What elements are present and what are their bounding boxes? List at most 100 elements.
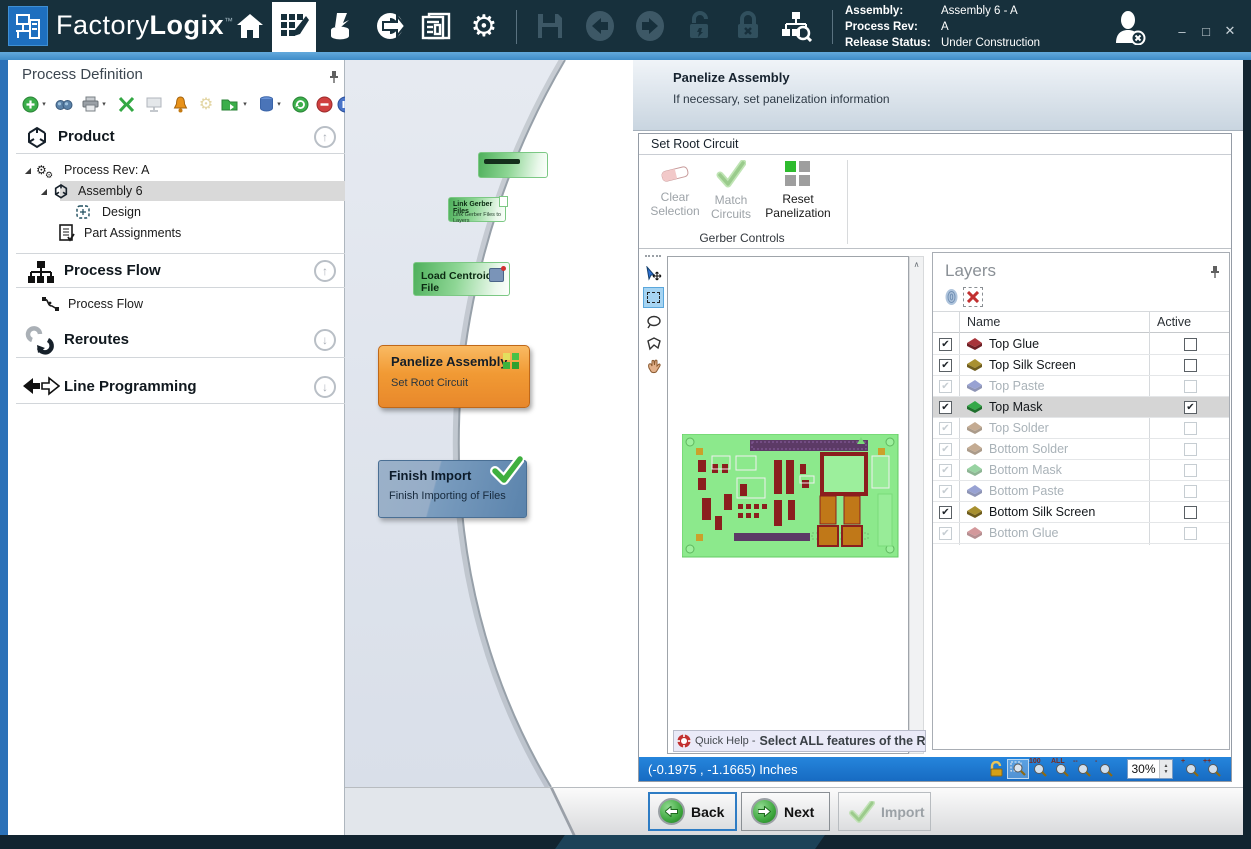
news-pages-icon[interactable] — [414, 4, 458, 48]
zoom-out-icon[interactable]: - — [1095, 759, 1117, 779]
thumbprint-icon[interactable] — [941, 287, 961, 307]
pin-icon[interactable] — [1207, 263, 1223, 279]
tree-item-assembly[interactable]: ◢ Assembly 6 — [38, 181, 345, 201]
toolstrip-grip[interactable] — [645, 255, 661, 259]
layer-row[interactable]: ✔Top Glue — [933, 334, 1229, 355]
remove-icon[interactable] — [314, 94, 334, 114]
step-card-load-centroid[interactable]: Load Centroid File — [413, 262, 510, 296]
find-process-icon[interactable] — [774, 4, 818, 48]
zoom-out-fast-icon[interactable]: -- — [1073, 759, 1095, 779]
home-icon[interactable] — [228, 4, 272, 48]
collapse-process-flow-icon[interactable]: ↑ — [314, 260, 336, 282]
select-move-tool[interactable] — [643, 263, 664, 284]
save-icon[interactable] — [528, 4, 572, 48]
gerber-canvas[interactable] — [667, 256, 909, 754]
layer-active-checkbox[interactable] — [1184, 338, 1197, 351]
zoom-in-icon[interactable]: + — [1181, 759, 1203, 779]
expand-reroutes-icon[interactable]: ↓ — [314, 329, 336, 351]
layer-row[interactable]: ✔Bottom Solder — [933, 439, 1229, 460]
layer-active-checkbox[interactable] — [1184, 527, 1197, 540]
print-dropdown-caret[interactable]: ▾ — [99, 94, 109, 114]
layer-visible-checkbox[interactable]: ✔ — [939, 338, 952, 351]
layer-visible-checkbox[interactable]: ✔ — [939, 527, 952, 540]
find-icon[interactable] — [54, 94, 74, 114]
section-product[interactable]: Product — [58, 128, 115, 145]
section-line-programming[interactable]: Line Programming — [64, 378, 197, 395]
canvas-scrollbar[interactable]: ∧ ∨ — [909, 256, 924, 754]
match-circuits-button[interactable]: Match Circuits — [705, 158, 757, 228]
back-button[interactable]: Back — [648, 792, 737, 831]
expand-line-programming-icon[interactable]: ↓ — [314, 376, 336, 398]
scroll-up-icon[interactable]: ∧ — [910, 259, 923, 269]
settings-gear-icon[interactable]: ⚙ — [462, 4, 506, 48]
process-definition-grid-icon[interactable] — [272, 2, 316, 52]
layer-row[interactable]: ✔Top Silk Screen — [933, 355, 1229, 376]
user-logout-icon[interactable] — [1108, 8, 1152, 48]
zoom-100-icon[interactable]: 100 — [1029, 759, 1051, 779]
step-card-finish-import[interactable]: Finish Import Finish Importing of Files — [378, 460, 527, 518]
zoom-window-icon[interactable] — [1007, 759, 1029, 779]
forward-icon[interactable] — [628, 4, 672, 48]
collapse-product-icon[interactable]: ↑ — [314, 126, 336, 148]
refresh-icon[interactable] — [290, 94, 310, 114]
pan-hand-tool[interactable] — [643, 356, 664, 377]
tree-item-design[interactable]: Design — [72, 202, 345, 222]
zoom-level-spinner[interactable]: 30% ▲▼ — [1127, 759, 1173, 779]
tree-item-part-assignments[interactable]: Part Assignments — [54, 223, 345, 243]
pan-lock-icon[interactable] — [985, 759, 1007, 779]
zoom-spin-buttons[interactable]: ▲▼ — [1159, 760, 1172, 778]
clear-selection-x-icon[interactable] — [963, 287, 983, 307]
layer-row[interactable]: ✔Bottom Mask — [933, 460, 1229, 481]
minimize-button[interactable]: – — [1172, 22, 1192, 40]
unlock-icon[interactable] — [678, 4, 722, 48]
layer-active-checkbox[interactable]: ✔ — [1184, 401, 1197, 414]
layer-active-checkbox[interactable] — [1184, 380, 1197, 393]
pin-icon[interactable] — [326, 68, 342, 84]
column-name[interactable]: Name — [967, 315, 1000, 329]
layer-row[interactable]: ✔Bottom Paste — [933, 481, 1229, 502]
paint-icon[interactable] — [256, 94, 276, 114]
expander-icon[interactable]: ◢ — [38, 187, 50, 196]
column-active[interactable]: Active — [1157, 315, 1191, 329]
polygon-select-tool[interactable] — [643, 333, 664, 354]
close-button[interactable]: ✕ — [1220, 22, 1240, 40]
layer-active-checkbox[interactable] — [1184, 506, 1197, 519]
reset-panelization-button[interactable]: Reset Panelization — [759, 158, 837, 228]
layer-row[interactable]: ✔Bottom Glue — [933, 523, 1229, 544]
rectangle-select-tool[interactable] — [643, 287, 664, 308]
zoom-all-icon[interactable]: ALL — [1051, 759, 1073, 779]
layer-visible-checkbox[interactable]: ✔ — [939, 485, 952, 498]
layer-visible-checkbox[interactable]: ✔ — [939, 401, 952, 414]
zoom-in-fast-icon[interactable]: ++ — [1203, 759, 1225, 779]
clear-selection-button[interactable]: Clear Selection — [647, 158, 703, 228]
export-folder-icon[interactable] — [220, 94, 240, 114]
back-icon[interactable] — [578, 4, 622, 48]
layer-active-checkbox[interactable] — [1184, 485, 1197, 498]
layer-visible-checkbox[interactable]: ✔ — [939, 380, 952, 393]
paint-dropdown-caret[interactable]: ▾ — [274, 94, 284, 114]
layer-row[interactable]: ✔Bottom Silk Screen — [933, 502, 1229, 523]
merge-icon[interactable] — [116, 94, 136, 114]
layer-active-checkbox[interactable] — [1184, 422, 1197, 435]
sync-icon[interactable] — [368, 4, 412, 48]
export-dropdown-caret[interactable]: ▾ — [240, 94, 250, 114]
layer-row[interactable]: ✔Top Mask✔ — [933, 397, 1229, 418]
layer-visible-checkbox[interactable]: ✔ — [939, 359, 952, 372]
layer-row[interactable]: ✔Top Solder — [933, 418, 1229, 439]
data-stack-icon[interactable] — [320, 4, 364, 48]
maximize-button[interactable]: □ — [1196, 22, 1216, 40]
layer-active-checkbox[interactable] — [1184, 359, 1197, 372]
print-icon[interactable] — [80, 94, 100, 114]
layer-active-checkbox[interactable] — [1184, 443, 1197, 456]
add-icon[interactable] — [20, 94, 40, 114]
lock-cancel-icon[interactable] — [726, 4, 770, 48]
pcb-board[interactable] — [682, 434, 899, 558]
step-card-link-gerber[interactable]: Link Gerber Files Link Gerber Files to L… — [448, 197, 506, 222]
step-card-partial[interactable] — [478, 152, 548, 178]
section-reroutes[interactable]: Reroutes — [64, 331, 129, 348]
layer-active-checkbox[interactable] — [1184, 464, 1197, 477]
layer-visible-checkbox[interactable]: ✔ — [939, 506, 952, 519]
lasso-select-tool[interactable] — [643, 311, 664, 332]
tree-item-process-flow[interactable]: Process Flow — [38, 294, 345, 314]
presentation-icon[interactable] — [144, 94, 164, 114]
